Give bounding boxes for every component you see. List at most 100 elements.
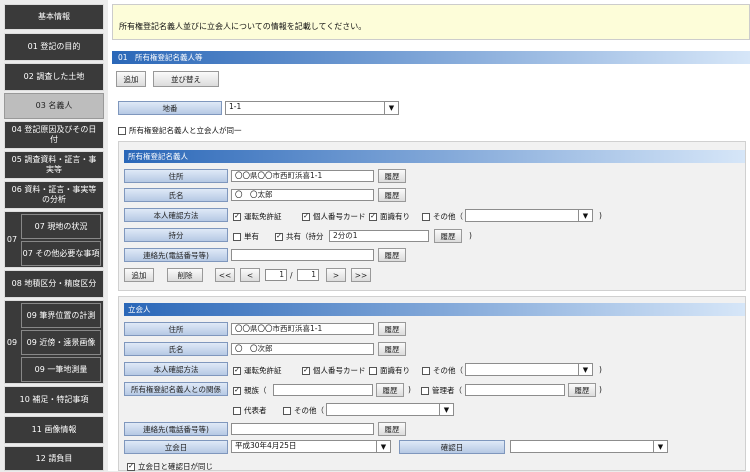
witness-relation-manager-input[interactable]	[465, 384, 565, 396]
witness-relation-history-button[interactable]: 履歴	[376, 383, 404, 397]
checkmark-icon: ✓	[233, 366, 241, 375]
owner-id-license[interactable]: ✓ 運転免許証	[233, 211, 282, 222]
nav-survey-materials[interactable]: 05 調査資料・証言・事実等	[4, 151, 104, 179]
owner-title: 所有権登記名義人	[124, 150, 745, 163]
owner-delete-button[interactable]: 削除	[167, 268, 203, 282]
witness-relation-other[interactable]: その他（	[283, 405, 324, 416]
witness-address-history-button[interactable]: 履歴	[378, 322, 406, 336]
owner-add-button[interactable]: 追加	[124, 268, 154, 282]
owner-share-joint[interactable]: ✓ 共有（持分	[275, 231, 324, 242]
main-panel: 所有権登記名義人並びに立会人についての情報を記載してください。 01 所有権登記…	[108, 0, 750, 471]
owner-contact-history-button[interactable]: 履歴	[378, 248, 406, 262]
add-record-button[interactable]: 追加	[116, 71, 146, 87]
checkmark-icon: ✓	[127, 462, 135, 471]
witness-date-select[interactable]: 平成30年4月25日 ▼	[231, 440, 391, 453]
same-person-check[interactable]: 所有権登記名義人と立会人が同一	[118, 125, 242, 136]
checkmark-icon: ✓	[369, 212, 377, 221]
pager-first-button[interactable]: <<	[215, 268, 235, 282]
nav-supplement[interactable]: 10 補足・特記事項	[4, 386, 104, 414]
nav-registration-purpose[interactable]: 01 登記の目的	[4, 33, 104, 61]
same-date-check[interactable]: ✓ 立会日と確認日が同じ	[127, 461, 213, 472]
pager-prev-button[interactable]: <	[240, 268, 260, 282]
witness-relation-other-select[interactable]: ▼	[326, 403, 454, 416]
witness-date-label: 立会日	[124, 440, 228, 454]
pager-current-input[interactable]: 1	[265, 269, 287, 281]
sidebar: 基本情報 01 登記の目的 02 調査した土地 03 名義人 04 登記原因及び…	[0, 0, 108, 471]
confirm-date-select[interactable]: ▼	[510, 440, 668, 453]
nav-surveyed-land[interactable]: 02 調査した土地	[4, 63, 104, 91]
witness-name-input[interactable]: 〇 〇次郎	[231, 343, 374, 355]
owner-address-history-button[interactable]: 履歴	[378, 169, 406, 183]
owner-id-mynumber[interactable]: ✓ 個人番号カード	[302, 211, 366, 222]
paren: )	[599, 211, 602, 220]
sort-button[interactable]: 並び替え	[153, 71, 219, 87]
owner-share-sole[interactable]: 単有	[233, 231, 259, 242]
nav-area-precision[interactable]: 08 地積区分・精度区分	[4, 270, 104, 298]
nav-group-09: 09 09 筆界位置の計測 09 近傍・遠景画像 09 一筆地測量	[4, 300, 104, 384]
owner-share-input[interactable]: 2分の1	[329, 230, 429, 242]
nav-site-status[interactable]: 07 現地の状況	[21, 214, 101, 239]
checkmark-icon: ✓	[302, 366, 310, 375]
checkbox-icon	[233, 232, 241, 241]
nav-parcel-survey[interactable]: 09 一筆地測量	[21, 357, 101, 382]
owner-id-other-select[interactable]: ▼	[465, 209, 593, 222]
checkbox-icon	[422, 366, 430, 375]
nav-image-info[interactable]: 11 画像情報	[4, 416, 104, 444]
nav-registration-cause[interactable]: 04 登記原因及びその日付	[4, 121, 104, 149]
nav-holder[interactable]: 03 名義人	[4, 93, 104, 119]
witness-address-input[interactable]: 〇〇県〇〇市西町浜喜1-1	[231, 323, 374, 335]
owner-address-label: 住所	[124, 169, 228, 183]
nav-other-matters[interactable]: 07 その他必要な事項	[21, 241, 101, 266]
witness-id-license[interactable]: ✓ 運転免許証	[233, 365, 282, 376]
chevron-down-icon: ▼	[376, 441, 390, 452]
chevron-down-icon: ▼	[384, 102, 398, 114]
nav-basic-info[interactable]: 基本情報	[4, 4, 104, 30]
witness-id-label: 本人確認方法	[124, 362, 228, 376]
owner-id-other[interactable]: その他（	[422, 211, 463, 222]
pager-next-button[interactable]: >	[326, 268, 346, 282]
nav-nearby-images[interactable]: 09 近傍・遠景画像	[21, 330, 101, 355]
nav-group-07: 07 07 現地の状況 07 その他必要な事項	[4, 211, 104, 268]
paren: )	[408, 385, 411, 394]
nav-analysis[interactable]: 06 資料・証言・事実等の分析	[4, 181, 104, 209]
witness-relation-label: 所有権登記名義人との関係	[124, 382, 228, 396]
paren: )	[599, 365, 602, 374]
confirm-date-label: 確認日	[399, 440, 505, 454]
checkbox-icon	[118, 126, 126, 135]
checkbox-icon	[421, 386, 429, 395]
paren: )	[599, 385, 602, 394]
chevron-down-icon: ▼	[578, 210, 592, 221]
witness-id-other-select[interactable]: ▼	[465, 363, 593, 376]
pager-total: 1	[297, 269, 319, 281]
owner-contact-input[interactable]	[231, 249, 374, 261]
witness-manager-history-button[interactable]: 履歴	[568, 383, 596, 397]
witness-contact-history-button[interactable]: 履歴	[378, 422, 406, 436]
chiban-select[interactable]: 1-1 ▼	[225, 101, 399, 115]
witness-name-history-button[interactable]: 履歴	[378, 342, 406, 356]
witness-relation-relative[interactable]: ✓ 親族（	[233, 385, 267, 396]
nav-boundary-measurement[interactable]: 09 筆界位置の計測	[21, 303, 101, 328]
paren: )	[469, 231, 472, 240]
chevron-down-icon: ▼	[578, 364, 592, 375]
owner-name-history-button[interactable]: 履歴	[378, 188, 406, 202]
nav-contractor[interactable]: 12 請負目	[4, 446, 104, 471]
witness-id-mynumber[interactable]: ✓ 個人番号カード	[302, 365, 366, 376]
owner-name-input[interactable]: 〇 〇太郎	[231, 189, 374, 201]
witness-id-known[interactable]: 面識有り	[369, 365, 410, 376]
chevron-down-icon: ▼	[439, 404, 453, 415]
pager-last-button[interactable]: >>	[351, 268, 371, 282]
owner-id-label: 本人確認方法	[124, 208, 228, 222]
witness-address-label: 住所	[124, 322, 228, 336]
witness-relation-representative[interactable]: 代表者	[233, 405, 267, 416]
owner-share-history-button[interactable]: 履歴	[434, 229, 462, 243]
witness-relation-manager[interactable]: 管理者（	[421, 385, 462, 396]
witness-id-other[interactable]: その他（	[422, 365, 463, 376]
owner-address-input[interactable]: 〇〇県〇〇市西町浜喜1-1	[231, 170, 374, 182]
witness-relation-relative-input[interactable]	[273, 384, 373, 396]
witness-contact-input[interactable]	[231, 423, 374, 435]
checkbox-icon	[369, 366, 377, 375]
checkmark-icon: ✓	[233, 386, 241, 395]
owner-id-known[interactable]: ✓ 面識有り	[369, 211, 410, 222]
checkbox-icon	[233, 406, 241, 415]
witness-contact-label: 連絡先(電話番号等)	[124, 422, 228, 436]
